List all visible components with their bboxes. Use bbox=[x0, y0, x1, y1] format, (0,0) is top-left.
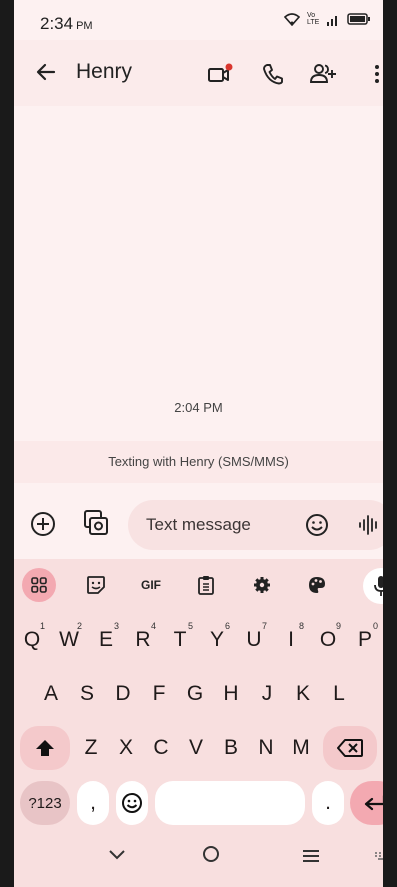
microphone-icon bbox=[374, 576, 383, 596]
add-people-button[interactable] bbox=[310, 60, 338, 88]
key-c[interactable]: C bbox=[144, 726, 178, 770]
keyboard-switch-icon[interactable] bbox=[374, 851, 383, 861]
message-input[interactable]: Text message bbox=[128, 500, 383, 550]
key-m[interactable]: M bbox=[284, 726, 318, 770]
palette-icon bbox=[309, 577, 325, 593]
emoji-icon[interactable] bbox=[305, 513, 329, 537]
more-options-button[interactable] bbox=[363, 60, 383, 88]
symbols-key[interactable]: ?123 bbox=[20, 781, 70, 825]
keyboard-row-4: ?123 , . bbox=[14, 781, 383, 827]
conversation-title: Henry bbox=[76, 60, 133, 83]
theme-button[interactable] bbox=[300, 568, 334, 602]
lte-label: Vo LTE bbox=[307, 12, 320, 26]
apps-grid-button[interactable] bbox=[22, 568, 56, 602]
gallery-icon[interactable] bbox=[82, 509, 110, 537]
wifi-icon bbox=[284, 12, 300, 26]
video-camera-icon bbox=[208, 63, 233, 82]
add-person-icon bbox=[310, 64, 336, 83]
add-attachment-icon[interactable] bbox=[30, 511, 56, 537]
key-j[interactable]: J bbox=[250, 672, 284, 716]
chevron-down-icon[interactable] bbox=[108, 849, 126, 861]
sticker-icon bbox=[87, 576, 105, 594]
clipboard-icon bbox=[198, 576, 214, 595]
key-a[interactable]: A bbox=[34, 672, 68, 716]
message-timestamp: 2:04 PM bbox=[174, 400, 223, 415]
key-t[interactable]: T5 bbox=[162, 618, 198, 662]
status-bar: 2:34 PM Vo LTE bbox=[14, 0, 383, 40]
more-vert-icon bbox=[375, 65, 379, 83]
sticker-button[interactable] bbox=[79, 568, 113, 602]
key-b[interactable]: B bbox=[214, 726, 248, 770]
apps-grid-icon bbox=[31, 577, 47, 593]
voice-input-button[interactable] bbox=[363, 568, 383, 604]
device-frame-right bbox=[383, 0, 397, 887]
key-f[interactable]: F bbox=[142, 672, 176, 716]
key-k[interactable]: K bbox=[286, 672, 320, 716]
key-g[interactable]: G bbox=[178, 672, 212, 716]
emoji-icon bbox=[122, 793, 142, 813]
key-w[interactable]: W2 bbox=[51, 618, 87, 662]
keyboard: GIF Q1 W2 E3 R4 T5 Y6 U7 I8 O9 P 0 A S D… bbox=[14, 559, 383, 887]
shift-icon bbox=[36, 740, 54, 756]
settings-button[interactable] bbox=[245, 568, 279, 602]
message-placeholder: Text message bbox=[146, 515, 251, 534]
gear-icon bbox=[254, 577, 270, 593]
screen: 2:34 PM Vo LTE Henry 2:04 PM Texting with… bbox=[14, 0, 383, 887]
key-y[interactable]: Y6 bbox=[199, 618, 235, 662]
device-frame-left bbox=[0, 0, 14, 887]
clipboard-button[interactable] bbox=[189, 568, 223, 602]
keyboard-row-3: Z X C V B N M bbox=[14, 726, 383, 772]
key-r[interactable]: R4 bbox=[125, 618, 161, 662]
back-arrow-icon[interactable] bbox=[36, 62, 56, 82]
backspace-icon bbox=[337, 739, 363, 757]
key-n[interactable]: N bbox=[249, 726, 283, 770]
shift-key[interactable] bbox=[20, 726, 70, 770]
key-d[interactable]: D bbox=[106, 672, 140, 716]
status-time: 2:34 PM bbox=[40, 14, 93, 33]
key-p[interactable]: P0 bbox=[347, 618, 383, 662]
keyboard-row-1: Q1 W2 E3 R4 T5 Y6 U7 I8 O9 P0 bbox=[14, 618, 383, 664]
key-q[interactable]: Q1 bbox=[14, 618, 50, 662]
signal-icon bbox=[327, 15, 337, 26]
key-v[interactable]: V bbox=[179, 726, 213, 770]
compose-bar: Text message bbox=[14, 483, 383, 559]
recents-lines-icon[interactable] bbox=[302, 849, 320, 863]
period-key[interactable]: . bbox=[312, 781, 344, 825]
voice-call-button[interactable] bbox=[259, 60, 287, 88]
system-icons: Vo LTE bbox=[284, 12, 371, 26]
enter-icon bbox=[364, 795, 383, 811]
keyboard-row-2: A S D F G H J K L bbox=[14, 672, 383, 718]
key-l[interactable]: L bbox=[322, 672, 356, 716]
sms-info-banner: Texting with Henry (SMS/MMS) bbox=[14, 441, 383, 483]
emoji-key[interactable] bbox=[116, 781, 148, 825]
key-u[interactable]: U7 bbox=[236, 618, 272, 662]
home-circle-icon[interactable] bbox=[202, 845, 220, 863]
voice-message-icon[interactable] bbox=[357, 513, 381, 537]
phone-icon bbox=[263, 64, 283, 85]
gif-button[interactable]: GIF bbox=[134, 568, 168, 602]
key-i[interactable]: I8 bbox=[273, 618, 309, 662]
video-call-button[interactable] bbox=[207, 60, 235, 88]
battery-icon bbox=[347, 13, 370, 25]
comma-key[interactable]: , bbox=[77, 781, 109, 825]
app-bar: Henry bbox=[14, 40, 383, 106]
key-s[interactable]: S bbox=[70, 672, 104, 716]
enter-key[interactable] bbox=[350, 781, 383, 825]
key-x[interactable]: X bbox=[109, 726, 143, 770]
key-o[interactable]: O9 bbox=[310, 618, 346, 662]
backspace-key[interactable] bbox=[323, 726, 377, 770]
navigation-bar bbox=[14, 827, 383, 887]
key-z[interactable]: Z bbox=[74, 726, 108, 770]
key-h[interactable]: H bbox=[214, 672, 248, 716]
space-key[interactable] bbox=[155, 781, 305, 825]
key-e[interactable]: E3 bbox=[88, 618, 124, 662]
keyboard-toolbar: GIF bbox=[14, 559, 383, 609]
